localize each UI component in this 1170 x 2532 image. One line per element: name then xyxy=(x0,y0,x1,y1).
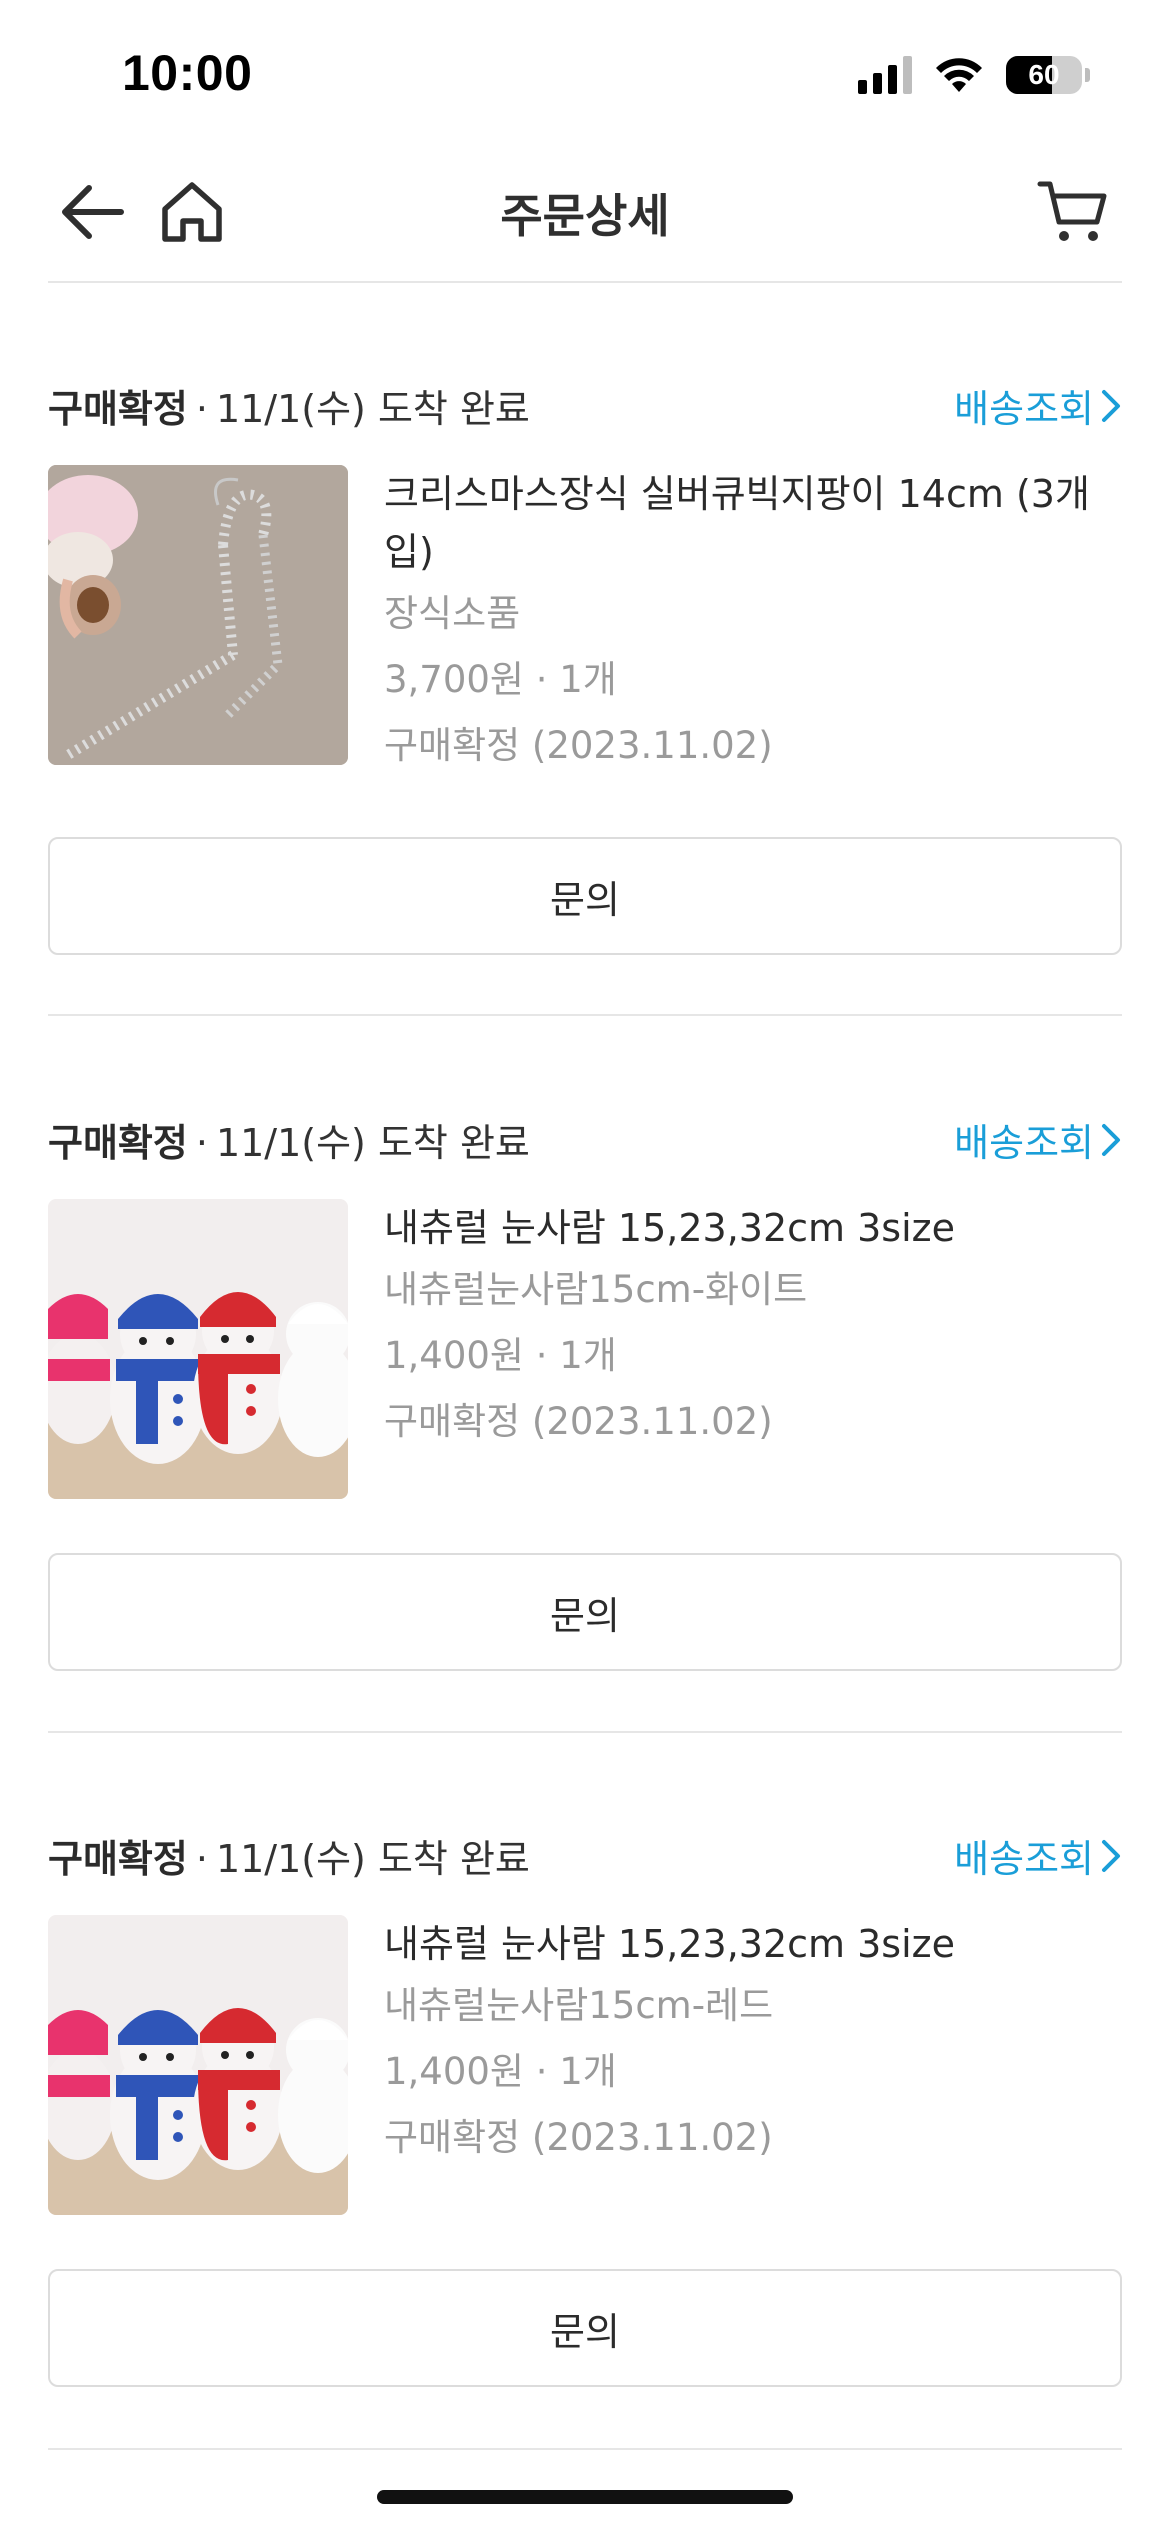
purchase-confirm-date: 구매확정 (2023.11.02) xyxy=(384,724,773,767)
cellular-signal-icon xyxy=(858,56,912,94)
order-status-label: 구매확정 xyxy=(48,1121,188,1165)
inquiry-button[interactable]: 문의 xyxy=(48,837,1122,955)
order-arrival-text: 11/1(수) 도착 완료 xyxy=(215,387,530,431)
order-header: 구매확정 · 11/1(수) 도착 완료 배송조회 xyxy=(48,370,1122,433)
product-price-qty: 3,700원 · 1개 xyxy=(384,658,617,701)
cart-button[interactable] xyxy=(1028,172,1118,252)
purchase-confirm-date: 구매확정 (2023.11.02) xyxy=(384,1400,773,1443)
tracking-link[interactable]: 배송조회 xyxy=(954,1828,1122,1883)
product-thumbnail-snowman-red[interactable] xyxy=(48,1915,348,2215)
status-bar: 10:00 60 xyxy=(0,0,1170,150)
order-header: 구매확정 · 11/1(수) 도착 완료 배송조회 xyxy=(48,1820,1122,1883)
status-time: 10:00 xyxy=(122,45,253,101)
inquiry-button[interactable]: 문의 xyxy=(48,2269,1122,2387)
order-item: 구매확정 · 11/1(수) 도착 완료 배송조회 xyxy=(48,370,1122,960)
chevron-right-icon xyxy=(1102,389,1120,422)
product-row[interactable]: 내츄럴 눈사람 15,23,32cm 3size 내츄럴눈사람15cm-화이트 … xyxy=(48,1199,1122,1499)
purchase-confirm-date: 구매확정 (2023.11.02) xyxy=(384,2116,773,2159)
order-header: 구매확정 · 11/1(수) 도착 완료 배송조회 xyxy=(48,1104,1122,1167)
product-name: 크리스마스장식 실버큐빅지팡이 14cm (3개입) xyxy=(384,472,1090,574)
tracking-link-label: 배송조회 xyxy=(954,1121,1094,1165)
tracking-link[interactable]: 배송조회 xyxy=(954,378,1122,433)
cart-icon xyxy=(1037,181,1107,241)
order-divider xyxy=(48,2448,1122,2450)
header-divider xyxy=(48,281,1122,283)
chevron-right-icon xyxy=(1102,1839,1120,1872)
order-divider xyxy=(48,1731,1122,1733)
order-status: 구매확정 · 11/1(수) 도착 완료 xyxy=(48,1121,530,1165)
order-arrival-text: 11/1(수) 도착 완료 xyxy=(215,1121,530,1165)
battery-percent: 60 xyxy=(1028,59,1060,90)
product-thumbnail-snowman-white[interactable] xyxy=(48,1199,348,1499)
product-row[interactable]: 내츄럴 눈사람 15,23,32cm 3size 내츄럴눈사람15cm-레드 1… xyxy=(48,1915,1122,2215)
order-item: 구매확정 · 11/1(수) 도착 완료 배송조회 xyxy=(48,1104,1122,1694)
page-title: 주문상세 xyxy=(500,189,670,243)
product-price-qty: 1,400원 · 1개 xyxy=(384,2050,617,2093)
order-status: 구매확정 · 11/1(수) 도착 완료 xyxy=(48,387,530,431)
order-status-label: 구매확정 xyxy=(48,387,188,431)
product-name: 내츄럴 눈사람 15,23,32cm 3size xyxy=(384,1922,955,1966)
product-info: 크리스마스장식 실버큐빅지팡이 14cm (3개입) 장식소품 3,700원 ·… xyxy=(384,465,1122,779)
tracking-link-label: 배송조회 xyxy=(954,387,1094,431)
order-divider xyxy=(48,1014,1122,1016)
nav-header: 주문상세 xyxy=(0,150,1170,280)
tracking-link[interactable]: 배송조회 xyxy=(954,1112,1122,1167)
product-info: 내츄럴 눈사람 15,23,32cm 3size 내츄럴눈사람15cm-레드 1… xyxy=(384,1915,1122,2171)
product-price-qty: 1,400원 · 1개 xyxy=(384,1334,617,1377)
product-name: 내츄럴 눈사람 15,23,32cm 3size xyxy=(384,1206,955,1250)
battery-icon: 60 xyxy=(1006,56,1082,94)
chevron-right-icon xyxy=(1102,1123,1120,1156)
home-indicator[interactable] xyxy=(377,2490,793,2504)
product-option: 내츄럴눈사람15cm-화이트 xyxy=(384,1268,808,1311)
status-icons: 60 xyxy=(858,56,1090,94)
product-option: 내츄럴눈사람15cm-레드 xyxy=(384,1984,774,2027)
order-status: 구매확정 · 11/1(수) 도착 완료 xyxy=(48,1837,530,1881)
product-thumbnail-candy-cane[interactable] xyxy=(48,465,348,765)
product-option: 장식소품 xyxy=(384,592,521,635)
order-item: 구매확정 · 11/1(수) 도착 완료 배송조회 xyxy=(48,1820,1122,2410)
product-row[interactable]: 크리스마스장식 실버큐빅지팡이 14cm (3개입) 장식소품 3,700원 ·… xyxy=(48,465,1122,767)
tracking-link-label: 배송조회 xyxy=(954,1837,1094,1881)
wifi-icon xyxy=(936,58,982,92)
order-status-label: 구매확정 xyxy=(48,1837,188,1881)
order-arrival-text: 11/1(수) 도착 완료 xyxy=(215,1837,530,1881)
product-info: 내츄럴 눈사람 15,23,32cm 3size 내츄럴눈사람15cm-화이트 … xyxy=(384,1199,1122,1455)
inquiry-button[interactable]: 문의 xyxy=(48,1553,1122,1671)
